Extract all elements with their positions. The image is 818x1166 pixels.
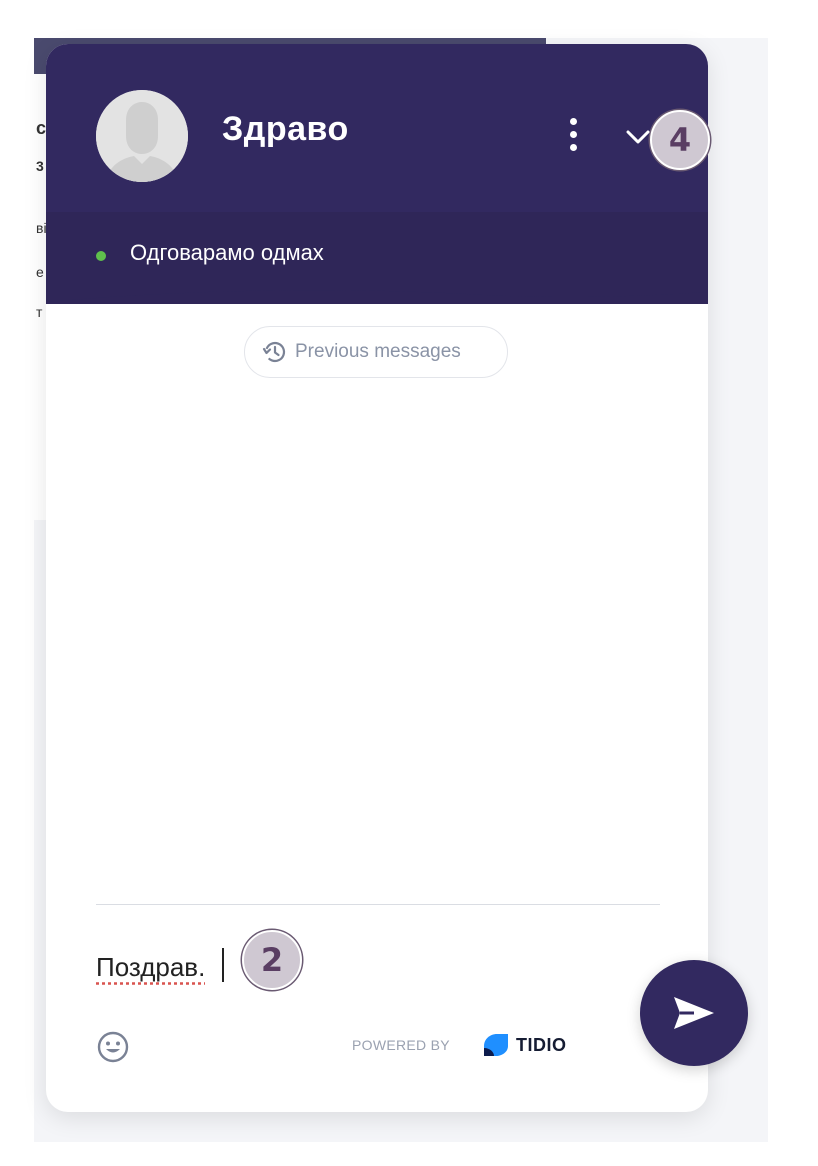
chat-widget: Здраво Одговарамо одмах Previous message… <box>46 44 708 1112</box>
message-input[interactable]: Поздрав. <box>96 952 205 983</box>
vertical-dots-icon[interactable] <box>558 114 588 156</box>
status-dot-icon <box>96 251 106 261</box>
avatar-icon <box>96 90 188 182</box>
chat-title: Здраво <box>222 110 349 148</box>
tidio-logo-icon[interactable] <box>480 1030 512 1060</box>
powered-by-text[interactable]: POWERED BY <box>352 1037 450 1053</box>
send-icon <box>674 997 714 1029</box>
step-badge-2: 2 <box>242 930 302 990</box>
header-wave-edge <box>46 284 708 302</box>
tidio-brand-name[interactable]: TIDIO <box>516 1035 567 1056</box>
smiley-icon[interactable] <box>96 1030 130 1064</box>
input-divider <box>96 904 660 905</box>
history-icon <box>262 341 286 363</box>
previous-messages-label: Previous messages <box>295 341 461 362</box>
text-caret <box>222 948 224 982</box>
step-badge-4: 4 <box>650 110 710 170</box>
send-button[interactable] <box>640 960 748 1066</box>
status-text: Одговарамо одмах <box>130 240 324 265</box>
previous-messages-button[interactable]: Previous messages <box>244 326 508 378</box>
